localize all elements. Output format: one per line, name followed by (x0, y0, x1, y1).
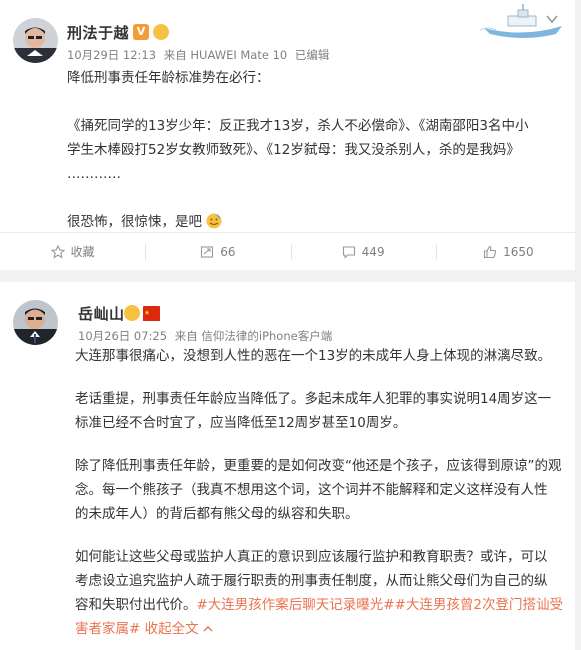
repost-button[interactable]: 66 (145, 233, 290, 270)
member-crown-icon (153, 24, 169, 40)
emoji-icon (206, 213, 222, 229)
edited-label: 已编辑 (294, 48, 330, 62)
text-line: ………… (67, 166, 121, 182)
hashtag-link[interactable]: #大连男孩曾2次登门搭讪受 (395, 597, 563, 613)
chevron-down-icon[interactable] (545, 12, 559, 26)
favorite-button[interactable]: 收藏 (0, 233, 145, 270)
author-avatar[interactable] (13, 300, 58, 345)
collapse-link[interactable]: 收起全文 (145, 621, 199, 637)
comment-button[interactable]: 449 (290, 233, 436, 270)
source-prefix: 来自 (174, 329, 198, 343)
hashtag-link[interactable]: #大连男孩作案后聊天记录曝光# (197, 597, 395, 613)
text-line: 学生木棒殴打52岁女教师致死》、《12岁弑母：我又没杀别人，杀的是我妈》 (67, 142, 520, 158)
text-line: 降低刑事责任年龄标准势在必行： (67, 70, 270, 86)
star-icon (50, 244, 65, 259)
china-flag-icon (143, 306, 160, 321)
comment-count: 449 (361, 244, 385, 259)
repost-icon (201, 245, 214, 258)
text-line: 标准已经不合时宜了，应当降低至12周岁甚至10周岁。 (75, 415, 407, 431)
post-date[interactable]: 10月26日 07:25 (78, 329, 167, 343)
favorite-label: 收藏 (70, 245, 95, 259)
author-name[interactable]: 刑法于越 (67, 22, 129, 43)
verified-v-icon: V (133, 24, 149, 40)
post-text: 降低刑事责任年龄标准势在必行： 《捅死同学的13岁少年：反正我才13岁，杀人不必… (67, 66, 567, 234)
like-button[interactable]: 1650 (435, 233, 581, 270)
text-line: 《捅死同学的13岁少年：反正我才13岁，杀人不必偿命》、《湖南邵阳3名中小 (67, 118, 529, 134)
post-meta: 10月26日 07:25 来自 信仰法律的iPhone客户端 (78, 328, 336, 344)
text-line: 害者家属# 收起全文 (75, 617, 575, 641)
like-count: 1650 (503, 244, 534, 259)
repost-count: 66 (220, 244, 236, 259)
post-action-bar: 收藏 66 449 1650 (0, 232, 581, 270)
text-line: 大连那事很痛心，没想到人性的恶在一个13岁的未成年人身上体现的淋漓尽致。 (75, 348, 552, 364)
text-line: 老话重提，刑事责任年龄应当降低了。多起未成年人犯罪的事实说明14周岁这一 (75, 391, 552, 407)
source-prefix: 来自 (163, 48, 187, 62)
member-crown-icon (124, 305, 140, 321)
text-line: 容和失职付出代价。#大连男孩作案后聊天记录曝光##大连男孩曾2次登门搭讪受 (75, 597, 564, 613)
post-meta: 10月29日 12:13 来自 HUAWEI Mate 10 已编辑 (67, 47, 333, 63)
text-line: 念。每一个熊孩子（我真不想用这个词，这个词并不能解释和定义这样没有人性 (75, 482, 548, 498)
text-line: 如何能让这些父母或监护人真正的意识到应该履行监护和教育职责？或许，可以 (75, 549, 548, 565)
author-avatar[interactable] (13, 18, 58, 63)
thumbs-up-icon (484, 245, 497, 258)
comment-icon (342, 245, 355, 259)
source-device[interactable]: HUAWEI Mate 10 (190, 48, 287, 62)
hashtag-link[interactable]: 害者家属# (75, 621, 140, 637)
chevron-up-icon[interactable] (203, 624, 213, 634)
text-line: 考虑设立追究监护人疏于履行职责的刑事责任制度，从而让熊父母们为自己的纵 (75, 573, 548, 589)
source-device[interactable]: 信仰法律的iPhone客户端 (201, 329, 332, 343)
author-name[interactable]: 岳屾山 (78, 303, 125, 324)
weibo-post-1: 刑法于越 V 10月29日 12:13 来自 HUAWEI Mate 10 已编… (0, 0, 581, 270)
text-line: 除了降低刑事责任年龄，更重要的是如何改变“他还是个孩子，应该得到原谅”的观 (75, 458, 562, 474)
text-line: 很恐怖，很惊悚，是吧 (67, 210, 567, 234)
post-date[interactable]: 10月29日 12:13 (67, 48, 156, 62)
text-line: 的未成年人）的背后都有熊父母的纵容和失职。 (75, 506, 359, 522)
post-text: 大连那事很痛心，没想到人性的恶在一个13岁的未成年人身上体现的淋漓尽致。 老话重… (75, 344, 575, 641)
scrollbar[interactable] (575, 0, 581, 650)
